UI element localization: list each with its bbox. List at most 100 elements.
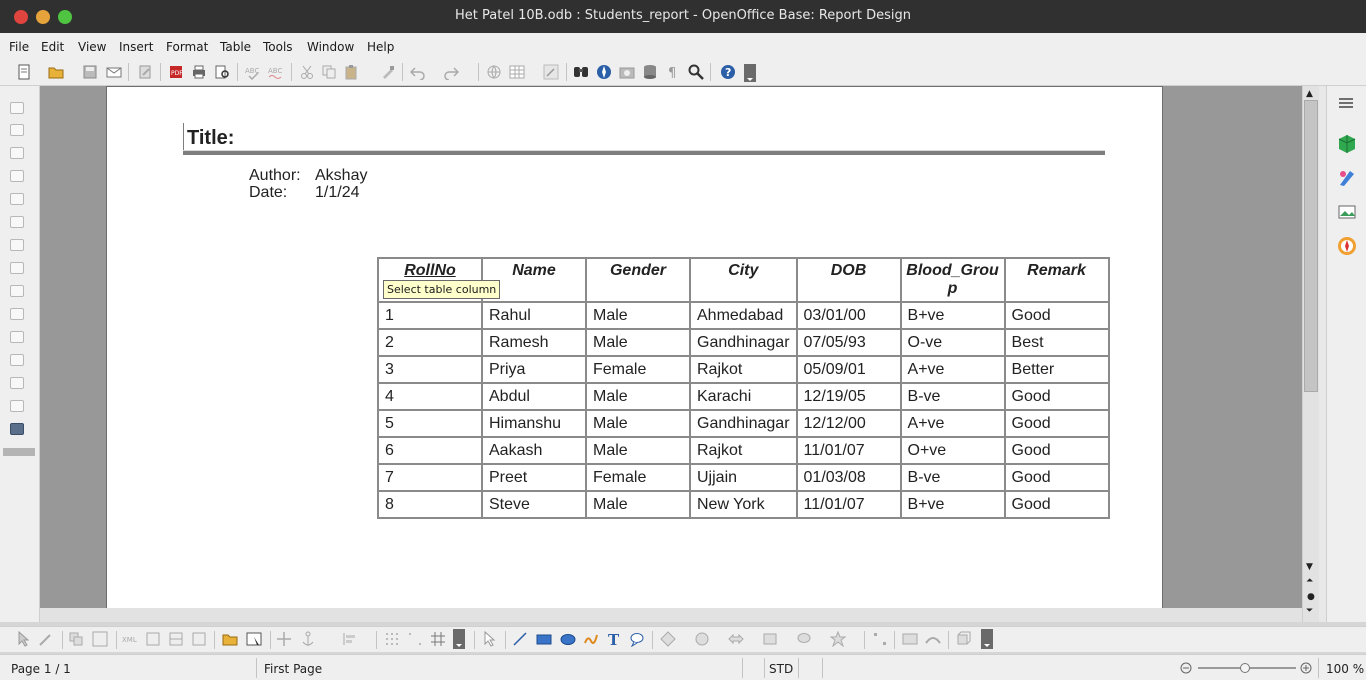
cell-dob[interactable]: 11/01/07 <box>795 490 902 519</box>
cell-rollno[interactable]: 1 <box>377 301 483 330</box>
cell-name[interactable]: Rahul <box>481 301 587 330</box>
select-pointer-icon[interactable] <box>16 631 32 647</box>
stars-icon[interactable] <box>830 631 846 647</box>
cell-gender[interactable]: Male <box>585 301 691 330</box>
position-size-icon[interactable] <box>276 631 292 647</box>
cell-city[interactable]: Gandhinagar <box>689 328 798 357</box>
gallery-panel-icon[interactable] <box>1337 202 1357 222</box>
autospellcheck-icon[interactable]: ABC <box>268 64 284 80</box>
cell-remark[interactable]: Best <box>1003 328 1110 357</box>
cell-city[interactable]: Rajkot <box>689 355 798 384</box>
table-row[interactable]: 7 Preet Female Ujjain 01/03/08 B-ve Good <box>377 463 1110 492</box>
paste-icon[interactable] <box>344 64 360 80</box>
table-row[interactable]: 5 Himanshu Male Gandhinagar 12/12/00 A+ve Good <box>377 409 1110 438</box>
column-header-blood-group[interactable]: Blood_Grou p <box>899 257 1006 303</box>
cell-gender[interactable]: Female <box>585 463 691 492</box>
cell-remark[interactable]: Good <box>1003 463 1110 492</box>
cut-icon[interactable] <box>299 64 315 80</box>
cell-gender[interactable]: Female <box>585 355 691 384</box>
column-header-remark[interactable]: Remark <box>1003 257 1110 303</box>
menu-window[interactable]: Window <box>307 40 354 54</box>
xml-form-icon[interactable]: XML <box>122 631 138 647</box>
sidebar-splitter[interactable] <box>1319 86 1326 622</box>
cell-blood-group[interactable]: B+ve <box>899 490 1006 519</box>
hyperlink-icon[interactable] <box>486 64 502 80</box>
cell-dob[interactable]: 12/12/00 <box>795 409 902 438</box>
image-control-icon[interactable] <box>10 170 24 182</box>
navigator-icon[interactable] <box>596 64 612 80</box>
data-sources-icon[interactable] <box>642 64 658 80</box>
cell-rollno[interactable]: 2 <box>377 328 483 357</box>
cell-city[interactable]: Ujjain <box>689 463 798 492</box>
cell-dob[interactable]: 11/01/07 <box>795 436 902 465</box>
symbol-shapes-icon[interactable] <box>694 631 710 647</box>
helplines-icon[interactable] <box>430 631 446 647</box>
next-page-icon[interactable]: ⏷ <box>1306 606 1313 616</box>
cell-city[interactable]: Ahmedabad <box>689 301 798 330</box>
zoom-slider-handle[interactable] <box>1240 663 1250 673</box>
save-icon[interactable] <box>82 64 98 80</box>
cell-rollno[interactable]: 3 <box>377 355 483 384</box>
design-mode-icon[interactable] <box>10 423 24 435</box>
show-draw-functions-icon[interactable] <box>543 64 559 80</box>
zoom-icon[interactable] <box>688 64 704 80</box>
cell-remark[interactable]: Good <box>1003 490 1110 519</box>
form-design-icon[interactable] <box>246 631 262 647</box>
cell-dob[interactable]: 05/09/01 <box>795 355 902 384</box>
previous-page-icon[interactable]: ⏶ <box>1306 576 1313 586</box>
cell-dob[interactable]: 07/05/93 <box>795 328 902 357</box>
redo-icon[interactable] <box>443 64 459 80</box>
cell-name[interactable]: Himanshu <box>481 409 587 438</box>
cell-blood-group[interactable]: O-ve <box>899 328 1006 357</box>
cell-rollno[interactable]: 8 <box>377 490 483 519</box>
cell-dob[interactable]: 01/03/08 <box>795 463 902 492</box>
edit-points-icon[interactable] <box>38 631 54 647</box>
styles-icon[interactable] <box>1337 168 1357 188</box>
scroll-down-icon[interactable]: ▼ <box>1306 562 1313 572</box>
cell-name[interactable]: Steve <box>481 490 587 519</box>
cell-blood-group[interactable]: O+ve <box>899 436 1006 465</box>
navigator-panel-icon[interactable] <box>1337 236 1357 256</box>
align-icon[interactable] <box>342 631 358 647</box>
cell-name[interactable]: Ramesh <box>481 328 587 357</box>
cell-remark[interactable]: Better <box>1003 355 1110 384</box>
list-box-icon[interactable] <box>10 308 24 320</box>
cell-name[interactable]: Aakash <box>481 436 587 465</box>
properties-icon[interactable] <box>1337 134 1357 154</box>
page-style[interactable]: First Page <box>264 662 322 676</box>
ungroup-icon[interactable] <box>92 631 108 647</box>
navigation-icon[interactable]: ● <box>1307 592 1315 602</box>
cell-name[interactable]: Preet <box>481 463 587 492</box>
cell-blood-group[interactable]: B+ve <box>899 301 1006 330</box>
page-preview-icon[interactable] <box>214 64 230 80</box>
table-control-icon[interactable] <box>168 631 184 647</box>
cell-dob[interactable]: 03/01/00 <box>795 301 902 330</box>
table-row[interactable]: 2 Ramesh Male Gandhinagar 07/05/93 O-ve Best <box>377 328 1110 357</box>
snap-to-grid-icon[interactable] <box>407 631 423 647</box>
abc-label-icon[interactable] <box>10 216 24 228</box>
pointer-icon[interactable] <box>482 631 498 647</box>
cell-city[interactable]: Gandhinagar <box>689 409 798 438</box>
cell-blood-group[interactable]: B-ve <box>899 463 1006 492</box>
form-control-icon[interactable] <box>145 631 161 647</box>
menu-edit[interactable]: Edit <box>41 40 64 54</box>
open-in-design-icon[interactable] <box>222 631 238 647</box>
cell-gender[interactable]: Male <box>585 490 691 519</box>
line-icon[interactable] <box>512 631 528 647</box>
column-header-city[interactable]: City <box>689 257 798 303</box>
from-file-icon[interactable] <box>902 631 918 647</box>
export-pdf-icon[interactable]: PDF <box>168 64 184 80</box>
cell-rollno[interactable]: 5 <box>377 409 483 438</box>
vertical-scrollbar[interactable]: ▲ ▼ ⏶ ● ⏷ <box>1302 86 1319 622</box>
menu-tools[interactable]: Tools <box>263 40 293 54</box>
zoom-in-icon[interactable] <box>1300 662 1312 674</box>
basic-shapes-icon[interactable] <box>660 631 676 647</box>
cell-blood-group[interactable]: A+ve <box>899 409 1006 438</box>
field-wizard-icon[interactable] <box>191 631 207 647</box>
callout-shapes-icon[interactable] <box>796 631 812 647</box>
undo-icon[interactable] <box>410 64 426 80</box>
new-document-icon[interactable] <box>16 64 32 80</box>
column-header-gender[interactable]: Gender <box>585 257 691 303</box>
more-controls-handle[interactable] <box>3 448 35 456</box>
zoom-level[interactable]: 100 % <box>1326 662 1364 676</box>
